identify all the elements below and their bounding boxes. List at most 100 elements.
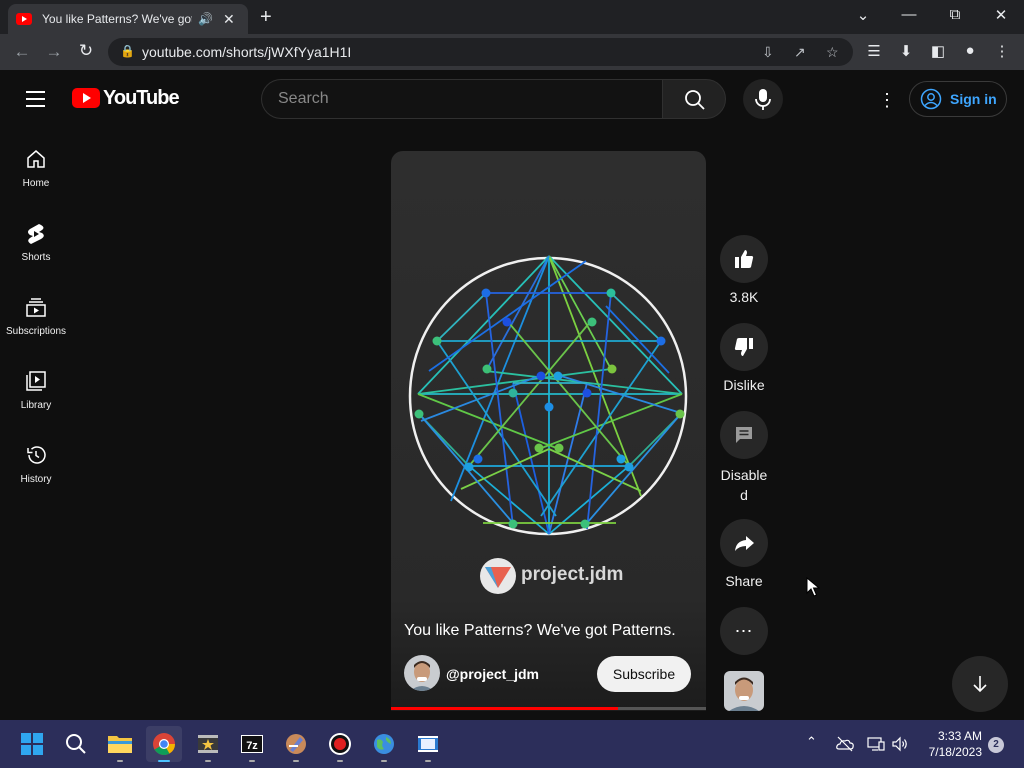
subscriptions-icon xyxy=(26,298,46,317)
7zip-icon: 7z xyxy=(241,735,263,753)
dislike-label: Dislike xyxy=(723,377,765,393)
sign-in-button[interactable]: Sign in xyxy=(909,81,1007,117)
share-page-icon[interactable]: ↗ xyxy=(794,44,806,61)
subscribe-button[interactable]: Subscribe xyxy=(597,656,691,692)
url-text: youtube.com/shorts/jWXfYya1H1I xyxy=(142,44,352,60)
new-tab-button[interactable]: + xyxy=(260,6,272,29)
address-bar[interactable]: 🔒 youtube.com/shorts/jWXfYya1H1I ⇩ ↗ ☆ xyxy=(108,38,853,66)
short-title[interactable]: You like Patterns? We've got Patterns. xyxy=(404,622,676,640)
downloads-icon[interactable]: ⬇ xyxy=(896,42,916,60)
channel-thumbnail[interactable] xyxy=(724,671,764,711)
settings-menu-icon[interactable]: ⋮ xyxy=(878,90,896,111)
film-icon xyxy=(418,736,438,752)
search-icon xyxy=(685,90,705,110)
youtube-logo-text[interactable]: YouTube xyxy=(103,87,180,110)
taskbar-clock[interactable]: 3:33 AM 7/18/2023 xyxy=(918,729,982,759)
install-app-icon[interactable]: ⇩ xyxy=(762,44,774,61)
taskbar-recorder[interactable] xyxy=(322,726,358,762)
taskbar-movie-maker[interactable] xyxy=(190,726,226,762)
media-control-icon[interactable]: ☰ xyxy=(864,42,884,60)
shorts-icon xyxy=(28,224,44,244)
more-actions-button[interactable]: ⋯ xyxy=(720,607,768,655)
taskbar-file-explorer[interactable] xyxy=(102,726,138,762)
search-button[interactable] xyxy=(662,79,726,119)
sidebar-item-history[interactable]: History xyxy=(0,444,72,485)
reload-icon[interactable]: ↻ xyxy=(76,41,96,61)
arrow-down-icon xyxy=(973,676,987,693)
sidebar-item-home[interactable]: Home xyxy=(0,148,72,189)
progress-fill xyxy=(391,707,618,710)
speaker-icon[interactable]: 🔊 xyxy=(198,12,213,26)
guide-menu-icon[interactable] xyxy=(26,91,45,112)
share-button[interactable] xyxy=(720,519,768,567)
search-input[interactable] xyxy=(262,80,622,118)
clock-time: 3:33 AM xyxy=(937,729,982,743)
file-explorer-icon xyxy=(108,736,132,753)
youtube-favicon-icon xyxy=(16,13,32,25)
restore-button[interactable]: ⧉ xyxy=(945,6,965,23)
microphone-icon xyxy=(755,89,771,110)
forward-icon[interactable]: → xyxy=(44,42,64,62)
close-window-button[interactable]: ✕ xyxy=(991,6,1011,24)
channel-handle[interactable]: @project_jdm xyxy=(446,666,539,682)
onedrive-icon[interactable] xyxy=(836,736,854,752)
sidebar-item-shorts[interactable]: Shorts xyxy=(0,222,72,263)
comment-icon xyxy=(736,427,752,443)
taskbar-globe-app[interactable] xyxy=(366,726,402,762)
chrome-icon xyxy=(153,733,175,755)
home-icon xyxy=(27,150,45,168)
tab-title: You like Patterns? We've got Patterns. xyxy=(42,12,192,26)
start-icon xyxy=(21,733,43,755)
network-icon[interactable] xyxy=(867,736,885,752)
like-count: 3.8K xyxy=(729,289,759,305)
sidebar-item-label: Subscriptions xyxy=(5,326,67,337)
minimize-button[interactable]: — xyxy=(899,6,919,23)
taskbar-film-app[interactable] xyxy=(410,726,446,762)
project-jdm-logo-icon xyxy=(480,558,516,594)
volume-icon[interactable] xyxy=(891,736,909,752)
notification-badge[interactable]: 2 xyxy=(988,737,1004,753)
comments-button[interactable] xyxy=(720,411,768,459)
app-icon xyxy=(286,734,306,754)
taskbar-chrome[interactable] xyxy=(146,726,182,762)
profile-icon[interactable]: ● xyxy=(960,42,980,59)
sidebar-item-label: Library xyxy=(20,400,52,411)
channel-avatar[interactable] xyxy=(404,655,440,691)
clock-date: 7/18/2023 xyxy=(928,745,982,759)
back-icon[interactable]: ← xyxy=(12,42,32,62)
sidebar-item-library[interactable]: Library xyxy=(0,370,72,411)
taskbar-search-button[interactable] xyxy=(58,726,94,762)
like-button[interactable] xyxy=(720,235,768,283)
taskbar-7zip[interactable]: 7z xyxy=(234,726,270,762)
taskbar-app[interactable] xyxy=(278,726,314,762)
comments-label: Disable d xyxy=(720,467,768,503)
share-icon xyxy=(735,536,754,551)
movie-maker-icon xyxy=(198,735,218,753)
chrome-menu-icon[interactable]: ⋮ xyxy=(992,42,1012,60)
search-box[interactable] xyxy=(261,79,663,119)
voice-search-button[interactable] xyxy=(743,79,783,119)
account-icon xyxy=(920,88,942,110)
thumbs-up-icon xyxy=(735,250,754,268)
sidebar-item-subscriptions[interactable]: Subscriptions xyxy=(0,296,72,337)
globe-icon xyxy=(374,734,394,754)
pattern-graphic xyxy=(408,255,688,594)
bookmark-star-icon[interactable]: ☆ xyxy=(826,44,839,61)
tab-search-icon[interactable]: ⌄ xyxy=(853,6,873,24)
thumbs-down-icon xyxy=(734,338,753,356)
lock-icon[interactable]: 🔒 xyxy=(120,44,135,58)
dislike-button[interactable] xyxy=(720,323,768,371)
history-icon xyxy=(27,446,46,464)
side-panel-icon[interactable]: ◧ xyxy=(928,42,948,60)
recorder-icon xyxy=(329,733,351,755)
youtube-logo-icon[interactable] xyxy=(72,88,100,108)
browser-tab[interactable]: You like Patterns? We've got Patterns. 🔊… xyxy=(8,4,248,34)
search-icon xyxy=(66,734,86,754)
tab-close-icon[interactable]: ✕ xyxy=(223,11,235,28)
sidebar-item-label: Home xyxy=(22,178,50,189)
video-progress-bar[interactable] xyxy=(391,707,706,710)
sidebar-item-label: Shorts xyxy=(21,252,51,263)
show-hidden-icons[interactable]: ⌃ xyxy=(806,734,817,750)
next-video-button[interactable] xyxy=(952,656,1008,712)
start-button[interactable] xyxy=(14,726,50,762)
